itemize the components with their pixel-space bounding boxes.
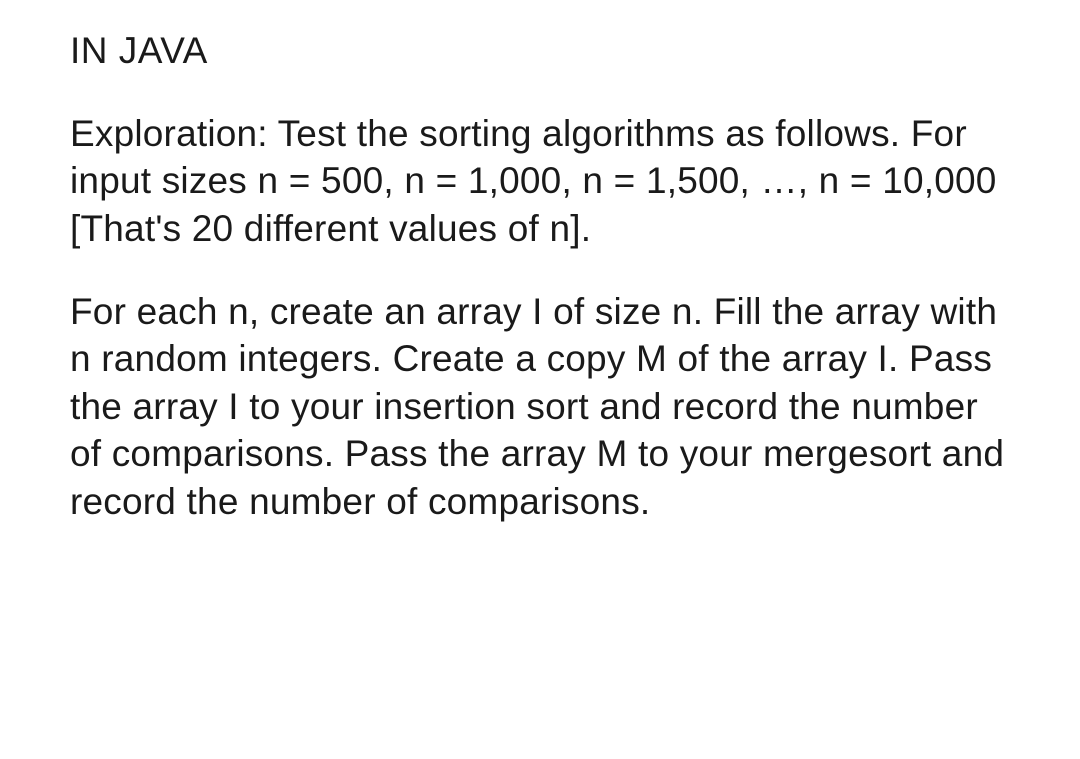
paragraph-2: For each n, create an array I of size n.… (70, 288, 1010, 525)
paragraph-1: Exploration: Test the sorting algorithms… (70, 110, 1010, 252)
document-page: IN JAVA Exploration: Test the sorting al… (0, 0, 1080, 591)
document-heading: IN JAVA (70, 30, 1010, 72)
